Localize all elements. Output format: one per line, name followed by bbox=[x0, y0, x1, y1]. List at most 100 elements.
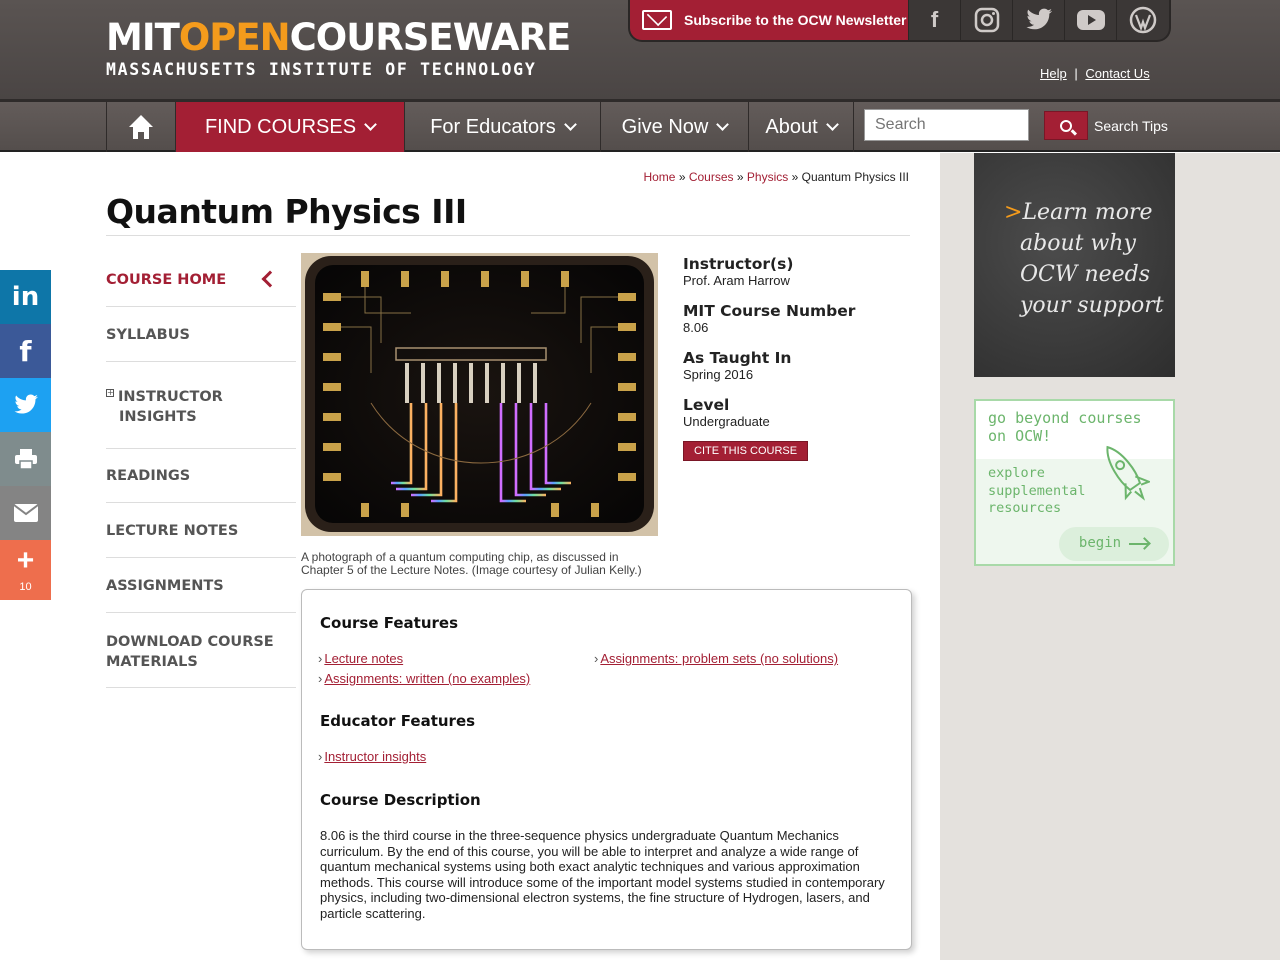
sidebar-item-download-course-materials[interactable]: DOWNLOAD COURSE MATERIALS bbox=[106, 613, 296, 688]
sidebar-item-label: SYLLABUS bbox=[106, 327, 190, 343]
support-promo-text: >Learn more about why OCW needs your sup… bbox=[1004, 197, 1164, 321]
feature-link-label: Assignments: written (no examples) bbox=[324, 671, 531, 686]
subscribe-newsletter-button[interactable]: Subscribe to the OCW Newsletter bbox=[630, 0, 908, 40]
begin-label: begin bbox=[1078, 535, 1122, 552]
cite-this-course-button[interactable]: CITE THIS COURSE bbox=[683, 441, 809, 461]
go-beyond-promo[interactable]: go beyond courses on OCW! explore supple… bbox=[974, 399, 1175, 566]
search-button[interactable] bbox=[1044, 111, 1088, 140]
share-print-button[interactable] bbox=[0, 432, 51, 486]
search-input[interactable] bbox=[864, 109, 1029, 141]
twitter-icon bbox=[14, 394, 38, 414]
ocw-logo[interactable]: MITOPENCOURSEWARE MASSACHUSETTS INSTITUT… bbox=[106, 16, 572, 80]
nav-find-courses-label: FIND COURSES bbox=[204, 115, 357, 138]
feature-link-lecture-notes[interactable]: Lecture notes bbox=[318, 651, 403, 666]
breadcrumb-physics[interactable]: Physics bbox=[747, 170, 788, 184]
course-number-value: 8.06 bbox=[683, 320, 709, 335]
chalk-line: Learn more bbox=[1022, 200, 1153, 225]
search-icon bbox=[1060, 119, 1072, 132]
chevron-down-icon bbox=[716, 117, 730, 131]
chalk-line: about why bbox=[1020, 231, 1136, 256]
nav-about-label: About bbox=[765, 115, 818, 138]
sidebar-item-course-home[interactable]: COURSE HOME bbox=[106, 253, 296, 307]
rocket-icon bbox=[1106, 445, 1150, 501]
instagram-icon[interactable] bbox=[960, 0, 1012, 40]
youtube-icon[interactable] bbox=[1064, 0, 1116, 40]
chevron-down-icon bbox=[364, 117, 377, 131]
breadcrumb: Home » Courses » Physics » Quantum Physi… bbox=[643, 170, 909, 184]
course-description-text: 8.06 is the third course in the three-se… bbox=[320, 828, 885, 921]
sidebar-item-assignments[interactable]: ASSIGNMENTS bbox=[106, 558, 296, 613]
sidebar-item-label: INSIGHTS bbox=[119, 409, 197, 425]
contact-us-link[interactable]: Contact Us bbox=[1085, 66, 1149, 81]
logo-courseware: COURSEWARE bbox=[289, 16, 572, 59]
instructor-label: Instructor(s) bbox=[683, 255, 794, 273]
taught-in-value: Spring 2016 bbox=[683, 367, 754, 382]
nav-for-educators[interactable]: For Educators bbox=[404, 102, 600, 152]
wordpress-icon[interactable] bbox=[1116, 0, 1168, 40]
sidebar-item-readings[interactable]: READINGS bbox=[106, 449, 296, 503]
sidebar-item-lecture-notes[interactable]: LECTURE NOTES bbox=[106, 503, 296, 558]
level-label: Level bbox=[683, 396, 730, 414]
logo-wordmark: MITOPENCOURSEWARE bbox=[106, 16, 572, 59]
chalk-line: your support bbox=[1020, 293, 1164, 318]
expand-icon[interactable]: + bbox=[106, 389, 114, 397]
nav-give-now-label: Give Now bbox=[621, 115, 709, 138]
twitter-icon[interactable] bbox=[1012, 0, 1064, 40]
feature-link-assignments-problem-sets[interactable]: Assignments: problem sets (no solutions) bbox=[594, 651, 838, 666]
breadcrumb-separator: » bbox=[791, 170, 799, 184]
support-ocw-promo[interactable]: >Learn more about why OCW needs your sup… bbox=[974, 153, 1175, 377]
sidebar-item-label: LECTURE NOTES bbox=[106, 523, 239, 539]
begin-button[interactable]: begin bbox=[1059, 527, 1169, 561]
nav-about[interactable]: About bbox=[748, 102, 854, 152]
feature-link-assignments-written[interactable]: Assignments: written (no examples) bbox=[318, 671, 530, 686]
chevron-left-icon bbox=[261, 270, 279, 288]
share-twitter-button[interactable] bbox=[0, 378, 51, 432]
course-info: Instructor(s) Prof. Aram Harrow MIT Cour… bbox=[683, 255, 913, 461]
site-header: MITOPENCOURSEWARE MASSACHUSETTS INSTITUT… bbox=[0, 0, 1280, 102]
logo-open: OPEN bbox=[178, 16, 291, 59]
image-caption: A photograph of a quantum computing chip… bbox=[301, 550, 642, 577]
feature-link-label: Instructor insights bbox=[324, 749, 427, 764]
linkedin-icon: in bbox=[11, 282, 40, 312]
course-description-heading: Course Description bbox=[320, 791, 481, 809]
feature-link-label: Assignments: problem sets (no solutions) bbox=[600, 651, 839, 666]
chevron-down-icon bbox=[563, 117, 577, 131]
sidebar-item-label: DOWNLOAD COURSE bbox=[106, 634, 274, 650]
course-features-heading: Course Features bbox=[320, 614, 458, 632]
share-facebook-button[interactable]: f bbox=[0, 324, 51, 378]
course-image bbox=[301, 253, 658, 536]
taught-in-label: As Taught In bbox=[683, 349, 792, 367]
arrow-right-icon bbox=[1129, 543, 1150, 545]
breadcrumb-home[interactable]: Home bbox=[643, 170, 675, 184]
sidebar-item-label: READINGS bbox=[106, 468, 191, 484]
sidebar-item-label: ASSIGNMENTS bbox=[106, 578, 224, 594]
social-bar: Subscribe to the OCW Newsletter f bbox=[628, 0, 1171, 42]
logo-mit: MIT bbox=[106, 16, 180, 59]
share-more-button[interactable]: + 10 bbox=[0, 540, 51, 600]
mail-icon bbox=[642, 10, 672, 30]
logo-subtitle: MASSACHUSETTS INSTITUTE OF TECHNOLOGY bbox=[106, 60, 537, 79]
breadcrumb-separator: » bbox=[678, 170, 686, 184]
chalk-line: OCW needs bbox=[1020, 262, 1151, 287]
share-count: 10 bbox=[19, 581, 32, 593]
search-tips-link[interactable]: Search Tips bbox=[1094, 118, 1168, 134]
nav-home[interactable] bbox=[106, 102, 175, 152]
header-link-separator: | bbox=[1074, 66, 1078, 81]
plus-icon: + bbox=[16, 544, 35, 577]
email-icon bbox=[12, 504, 39, 522]
sidebar-item-instructor-insights[interactable]: + INSTRUCTOR INSIGHTS bbox=[106, 362, 296, 449]
course-features-panel: Course Features Lecture notes Assignment… bbox=[301, 589, 912, 950]
breadcrumb-courses[interactable]: Courses bbox=[689, 170, 734, 184]
breadcrumb-separator: » bbox=[736, 170, 744, 184]
feature-link-instructor-insights[interactable]: Instructor insights bbox=[318, 749, 426, 764]
share-email-button[interactable] bbox=[0, 486, 51, 540]
chalk-arrow: > bbox=[1004, 200, 1023, 225]
facebook-icon: f bbox=[19, 334, 32, 368]
nav-find-courses[interactable]: FIND COURSES bbox=[175, 102, 404, 152]
nav-give-now[interactable]: Give Now bbox=[600, 102, 748, 152]
help-link[interactable]: Help bbox=[1040, 66, 1067, 81]
title-divider bbox=[106, 235, 910, 236]
facebook-icon[interactable]: f bbox=[908, 0, 960, 40]
sidebar-item-syllabus[interactable]: SYLLABUS bbox=[106, 307, 296, 362]
share-linkedin-button[interactable]: in bbox=[0, 270, 51, 324]
